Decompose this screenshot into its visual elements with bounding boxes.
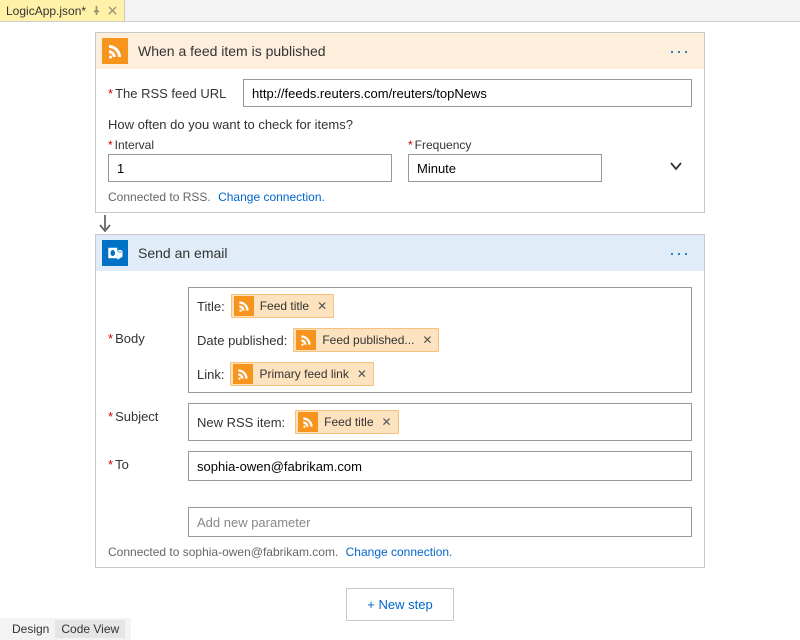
token-remove-icon[interactable]: ✕ (317, 299, 327, 313)
pin-icon[interactable] (90, 5, 102, 17)
view-switcher: Design Code View (0, 618, 131, 640)
frequency-label: *Frequency (408, 138, 692, 152)
token-feed-published[interactable]: Feed published... ✕ (293, 328, 439, 352)
action-title: Send an email (138, 245, 665, 261)
rss-icon (234, 296, 254, 316)
add-parameter-button[interactable]: Add new parameter (188, 507, 692, 537)
token-remove-icon[interactable]: ✕ (422, 333, 432, 347)
how-often-label: How often do you want to check for items… (108, 117, 692, 132)
trigger-card-header[interactable]: When a feed item is published ··· (96, 33, 704, 69)
file-tab-title: LogicApp.json* (6, 4, 86, 18)
subject-field[interactable]: New RSS item: Feed title ✕ (188, 403, 692, 441)
trigger-menu-button[interactable]: ··· (665, 47, 694, 55)
trigger-card: When a feed item is published ··· *The R… (95, 32, 705, 213)
file-tab-bar: LogicApp.json* (0, 0, 800, 22)
chevron-down-icon (668, 158, 684, 174)
rss-icon (296, 330, 316, 350)
action-card-header[interactable]: Send an email ··· (96, 235, 704, 271)
token-remove-icon[interactable]: ✕ (382, 415, 392, 429)
rss-url-input[interactable] (243, 79, 692, 107)
token-remove-icon[interactable]: ✕ (357, 367, 367, 381)
token-feed-title[interactable]: Feed title ✕ (295, 410, 398, 434)
code-view-tab[interactable]: Code View (55, 620, 125, 638)
file-tab[interactable]: LogicApp.json* (0, 0, 125, 21)
action-menu-button[interactable]: ··· (665, 249, 694, 257)
action-card: Send an email ··· *Body Title: Feed titl… (95, 234, 705, 568)
to-input[interactable] (188, 451, 692, 481)
close-icon[interactable] (106, 5, 118, 17)
subject-prefix: New RSS item: (197, 415, 285, 430)
rss-icon (233, 364, 253, 384)
rss-icon (298, 412, 318, 432)
body-label: *Body (108, 287, 188, 346)
body-link-prefix: Link: (197, 367, 224, 382)
frequency-select[interactable] (408, 154, 602, 182)
trigger-connection-status: Connected to RSS. Change connection. (108, 190, 692, 204)
body-field[interactable]: Title: Feed title ✕ Date published: (188, 287, 692, 393)
action-connection-status: Connected to sophia-owen@fabrikam.com. C… (108, 545, 692, 559)
token-primary-feed-link[interactable]: Primary feed link ✕ (230, 362, 373, 386)
trigger-title: When a feed item is published (138, 43, 665, 59)
flow-arrow-icon (95, 213, 705, 235)
interval-input[interactable] (108, 154, 392, 182)
body-date-prefix: Date published: (197, 333, 287, 348)
body-title-prefix: Title: (197, 299, 225, 314)
interval-label: *Interval (108, 138, 392, 152)
rss-url-label: *The RSS feed URL (108, 86, 243, 101)
token-feed-title[interactable]: Feed title ✕ (231, 294, 334, 318)
design-tab[interactable]: Design (6, 620, 55, 638)
outlook-icon (102, 240, 128, 266)
rss-icon (102, 38, 128, 64)
action-change-connection-link[interactable]: Change connection. (346, 545, 453, 559)
trigger-change-connection-link[interactable]: Change connection. (218, 190, 325, 204)
new-step-button[interactable]: + New step (346, 588, 453, 621)
subject-label: *Subject (108, 403, 188, 424)
to-label: *To (108, 451, 188, 472)
